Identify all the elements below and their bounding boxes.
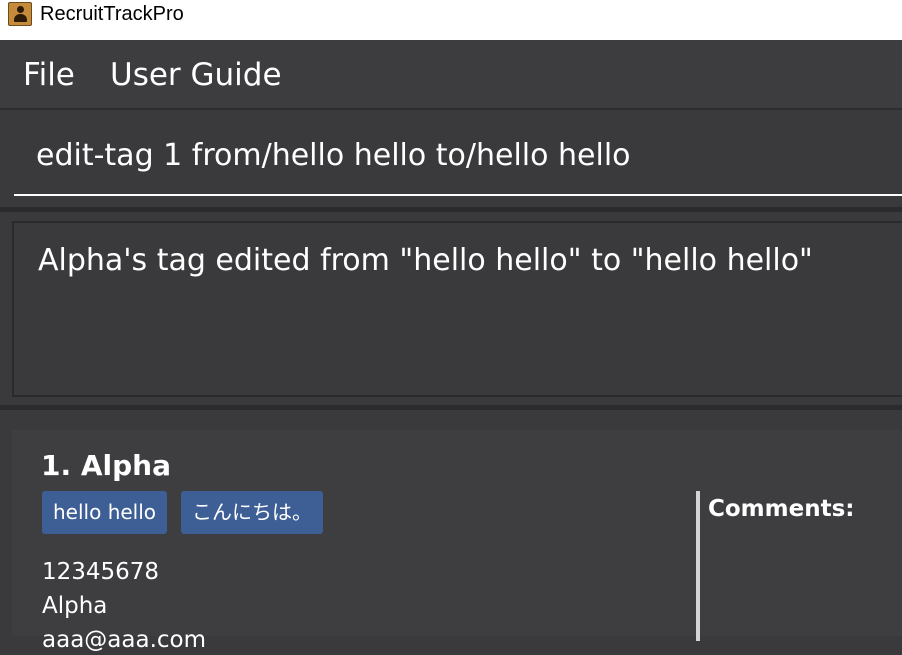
command-box: edit-tag 1 from/hello hello to/hello hel… [0,110,902,207]
person-name: 1. Alpha [41,449,172,482]
person-list[interactable]: 1. Alpha hello hello こんにちは。 12345678 Alp… [0,410,902,653]
person-email: aaa@aaa.com [42,627,206,653]
person-card[interactable]: 1. Alpha hello hello こんにちは。 12345678 Alp… [12,430,902,653]
result-display: Alpha's tag edited from "hello hello" to… [12,221,902,397]
result-message: Alpha's tag edited from "hello hello" to… [38,243,813,278]
title-bar: RecruitTrackPro [0,0,902,40]
person-phone: 12345678 [42,559,160,585]
comments-divider [696,491,700,641]
tag-badge: こんにちは。 [181,491,323,534]
menu-file[interactable]: File [23,55,75,95]
contact-book-icon [8,2,32,26]
person-address: Alpha [42,593,108,619]
command-input[interactable]: edit-tag 1 from/hello hello to/hello hel… [14,110,902,196]
menu-user-guide[interactable]: User Guide [110,55,282,95]
menu-bar: File User Guide [0,40,902,110]
comments-label: Comments: [708,496,855,522]
tag-badge: hello hello [42,491,168,534]
divider [0,207,902,212]
window-title: RecruitTrackPro [40,3,184,25]
